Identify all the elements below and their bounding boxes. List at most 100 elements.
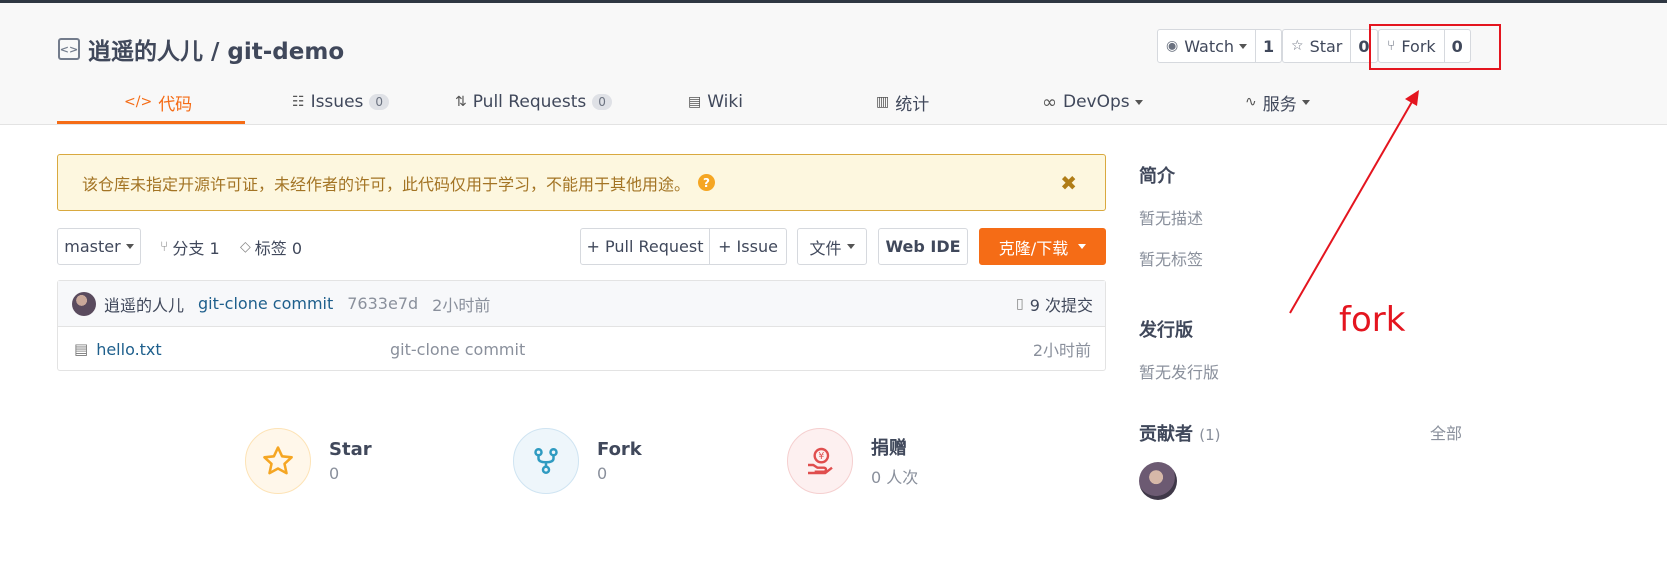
tab-stats[interactable]: ▥ 统计 — [876, 80, 929, 124]
chevron-down-icon — [1301, 99, 1310, 105]
pull-requests-count-badge: 0 — [592, 94, 612, 110]
new-issue-button[interactable]: + Issue — [709, 228, 787, 265]
tags-label: 标签 0 — [254, 238, 303, 258]
watch-count[interactable]: 1 — [1256, 30, 1281, 62]
donate-stat-icon-circle: ¥ — [787, 428, 853, 494]
svg-text:¥: ¥ — [818, 451, 824, 462]
tab-devops[interactable]: ∞ DevOps — [1042, 80, 1143, 124]
donate-stat[interactable]: ¥ 捐赠 0 人次 — [787, 428, 918, 494]
watch-label: Watch — [1184, 36, 1235, 56]
tab-pull-requests[interactable]: ⇅ Pull Requests 0 — [455, 80, 612, 124]
file-menu-button[interactable]: 文件 — [797, 228, 867, 265]
tab-code[interactable]: </> 代码 — [124, 80, 192, 124]
arrow-line — [1289, 99, 1414, 314]
avatar[interactable] — [72, 291, 96, 316]
contributors-heading: 贡献者 (1) — [1139, 420, 1221, 446]
commit-count-link[interactable]: ▯ 9 次提交 — [1016, 292, 1093, 316]
watch-action[interactable]: ◉ Watch 1 — [1157, 29, 1283, 63]
branch-select[interactable]: master — [57, 228, 141, 265]
star-icon — [263, 446, 293, 475]
branches-label: 分支 1 — [172, 238, 220, 258]
commit-message[interactable]: git-clone commit — [198, 294, 333, 313]
avatar[interactable] — [1139, 462, 1177, 500]
chevron-down-icon — [1134, 99, 1143, 105]
issues-icon: ☷ — [292, 94, 305, 110]
tab-service-label: 服务 — [1262, 94, 1297, 115]
tags-link[interactable]: ◇ 标签 0 — [240, 228, 302, 265]
fork-stat-icon-circle — [513, 428, 579, 494]
contributors-title: 贡献者 — [1139, 424, 1193, 445]
commit-time: 2小时前 — [432, 295, 491, 315]
star-stat-value: 0 — [329, 464, 340, 483]
branches-link[interactable]: ⑂ 分支 1 — [160, 228, 220, 265]
chevron-down-icon — [846, 244, 855, 249]
star-button[interactable]: ☆ Star — [1283, 30, 1352, 62]
notice-text: 该仓库未指定开源许可证，未经作者的许可，此代码仅用于学习，不能用于其他用途。 — [82, 174, 691, 194]
chevron-down-icon — [1078, 244, 1087, 249]
repo-tabs: </> 代码 ☷ Issues 0 ⇅ Pull Requests 0 ▤ Wi… — [0, 80, 1667, 124]
commits-icon: ▯ — [1016, 295, 1024, 312]
code-icon: </> — [124, 94, 153, 110]
intro-heading: 简介 — [1139, 166, 1175, 187]
clone-download-label: 克隆/下载 — [998, 238, 1069, 258]
star-label: Star — [1309, 36, 1343, 56]
new-pull-request-button[interactable]: + Pull Request — [580, 228, 710, 265]
repo-icon: <> — [58, 38, 80, 60]
repo-title-text[interactable]: 逍遥的人儿 / git-demo — [88, 32, 344, 66]
issues-count-badge: 0 — [369, 94, 390, 110]
tab-stats-label: 统计 — [895, 94, 930, 115]
file-time: 2小时前 — [1032, 341, 1091, 360]
chevron-down-icon — [125, 244, 134, 249]
chevron-down-icon — [1239, 43, 1248, 49]
new-pull-request-label: + Pull Request — [586, 237, 704, 256]
commit-hash[interactable]: 7633e7d — [347, 294, 418, 313]
clone-download-button[interactable]: 克隆/下载 — [979, 228, 1106, 265]
watch-button[interactable]: ◉ Watch — [1158, 30, 1257, 62]
commit-author[interactable]: 逍遥的人儿 — [104, 292, 184, 316]
tab-devops-label: DevOps — [1063, 92, 1130, 112]
commit-count: 9 次提交 — [1029, 295, 1093, 315]
eye-icon: ◉ — [1166, 38, 1179, 54]
help-icon[interactable]: ? — [698, 174, 716, 191]
release-heading: 发行版 — [1139, 320, 1193, 341]
repo-title: <> 逍遥的人儿 / git-demo — [58, 32, 344, 66]
donate-icon: ¥ — [808, 447, 833, 475]
file-commit-message[interactable]: git-clone commit — [390, 340, 525, 359]
tab-service[interactable]: ∿ 服务 — [1245, 80, 1310, 124]
tab-wiki[interactable]: ▤ Wiki — [688, 80, 743, 124]
web-ide-button[interactable]: Web IDE — [878, 228, 968, 265]
file-icon: ▤ — [74, 340, 89, 358]
release-empty: 暂无发行版 — [1139, 363, 1220, 382]
tag-icon: ◇ — [240, 238, 251, 255]
tab-issues-label: Issues — [310, 92, 364, 112]
tab-pull-requests-label: Pull Requests — [472, 92, 587, 112]
star-stat-label: Star — [329, 439, 372, 460]
pulse-icon: ∿ — [1245, 94, 1257, 110]
star-action[interactable]: ☆ Star 0 — [1282, 29, 1378, 63]
fork-icon — [534, 447, 558, 475]
fork-stat[interactable]: Fork 0 — [513, 428, 642, 494]
branch-icon: ⑂ — [160, 238, 169, 255]
file-menu-label: 文件 — [809, 238, 842, 258]
close-icon[interactable]: ✖ — [1060, 171, 1077, 195]
contributors-all-link[interactable]: 全部 — [1430, 420, 1462, 444]
web-ide-label: Web IDE — [885, 237, 961, 256]
active-tab-indicator — [57, 121, 245, 124]
tab-issues[interactable]: ☷ Issues 0 — [292, 80, 390, 124]
contributors-count: (1) — [1199, 426, 1221, 444]
latest-commit-row: 逍遥的人儿 git-clone commit 7633e7d 2小时前 ▯ 9 … — [58, 281, 1105, 327]
star-stat-icon-circle — [245, 428, 311, 494]
file-name[interactable]: hello.txt — [96, 340, 161, 359]
stats-icon: ▥ — [876, 94, 890, 110]
donate-stat-value: 0 人次 — [871, 468, 919, 487]
star-stat[interactable]: Star 0 — [245, 428, 372, 494]
license-notice: 该仓库未指定开源许可证，未经作者的许可，此代码仅用于学习，不能用于其他用途。 ?… — [57, 154, 1106, 211]
tab-wiki-label: Wiki — [707, 92, 743, 112]
commit-panel: 逍遥的人儿 git-clone commit 7633e7d 2小时前 ▯ 9 … — [57, 280, 1106, 371]
fork-stat-value: 0 — [597, 464, 608, 483]
fork-stat-label: Fork — [597, 439, 642, 460]
infinity-icon: ∞ — [1042, 91, 1057, 113]
intro-tags: 暂无标签 — [1139, 250, 1204, 269]
new-issue-label: + Issue — [718, 237, 778, 256]
wiki-icon: ▤ — [688, 94, 702, 110]
